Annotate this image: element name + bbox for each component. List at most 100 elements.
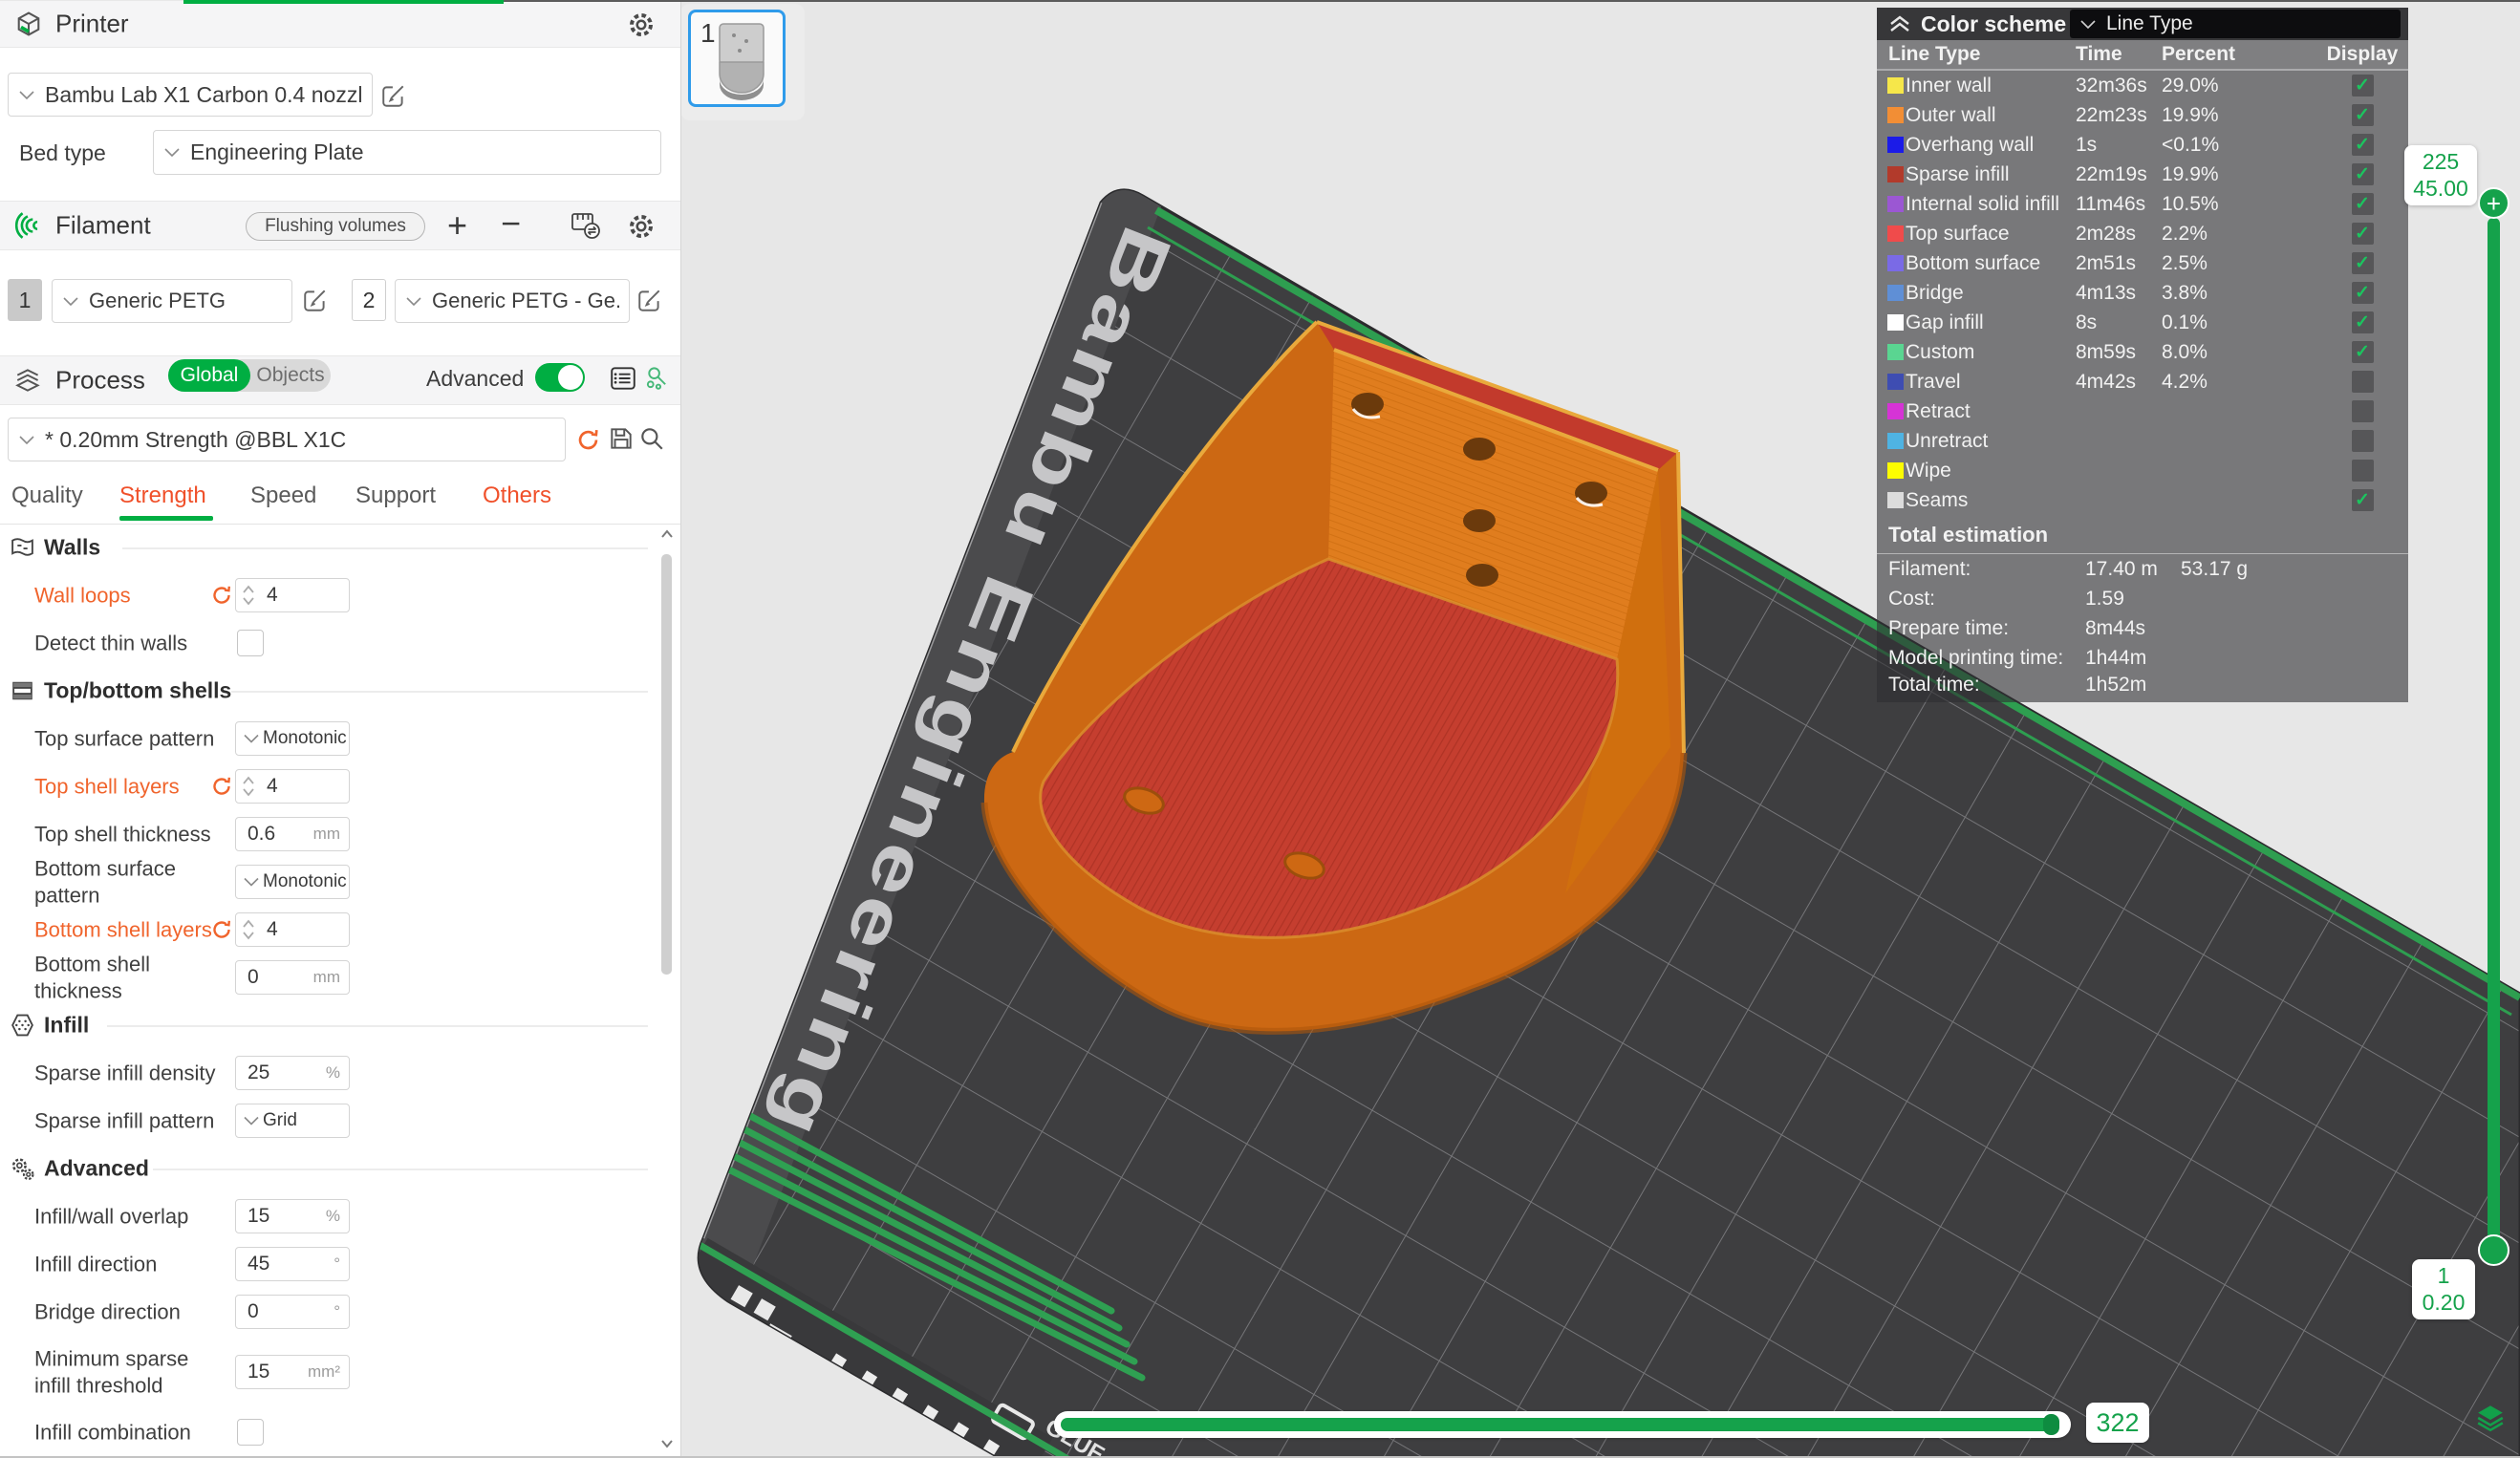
bottom-shell-layers-stepper[interactable]: 4 [235, 912, 350, 947]
top-shell-layers-stepper[interactable]: 4 [235, 769, 350, 804]
tab-others[interactable]: Others [483, 482, 551, 509]
search-icon[interactable] [638, 425, 665, 452]
add-filament-button[interactable]: + [447, 208, 467, 243]
display-checkbox[interactable] [2352, 460, 2374, 482]
unit-label: ° [334, 1302, 340, 1321]
filament-2-select[interactable]: Generic PETG - Ge... [395, 279, 630, 323]
display-checkbox[interactable] [2352, 400, 2374, 422]
filament-1-edit-icon[interactable] [302, 287, 329, 313]
infill-wall-overlap-label: Infill/wall overlap [34, 1203, 222, 1230]
layers-icon[interactable] [2475, 1403, 2506, 1433]
tab-strength[interactable]: Strength [119, 482, 206, 509]
stepper-arrows-icon[interactable] [243, 918, 254, 941]
scope-global-button[interactable]: Global [168, 359, 250, 392]
color-swatch [1887, 77, 1904, 94]
remove-filament-button[interactable]: − [501, 206, 521, 241]
sparse-infill-pattern-select[interactable]: Grid [235, 1104, 350, 1138]
display-checkbox[interactable]: ✓ [2352, 489, 2374, 511]
bottom-surface-pattern-select[interactable]: Monotonic [235, 865, 350, 899]
display-checkbox[interactable] [2352, 430, 2374, 452]
infill-combination-checkbox[interactable] [237, 1419, 264, 1446]
display-checkbox[interactable]: ✓ [2352, 75, 2374, 96]
bottom-shell-thickness-input[interactable]: 0 mm [235, 960, 350, 995]
move-slider-handle[interactable] [2043, 1414, 2059, 1435]
display-checkbox[interactable]: ✓ [2352, 163, 2374, 185]
infill-direction-input[interactable]: 45 ° [235, 1247, 350, 1281]
filament-2-index[interactable]: 2 [352, 279, 386, 321]
filament-1-select[interactable]: Generic PETG [52, 279, 292, 323]
filament-2-edit-icon[interactable] [636, 287, 663, 313]
color-scheme-select[interactable]: Line Type [2070, 10, 2401, 38]
bridge-direction-value: 0 [248, 1300, 259, 1323]
detect-thin-walls-checkbox[interactable] [237, 630, 264, 656]
save-preset-icon[interactable] [608, 425, 635, 452]
reset-icon[interactable] [210, 775, 233, 798]
color-swatch [1887, 255, 1904, 271]
printer-settings-gear-icon[interactable] [627, 11, 656, 39]
display-checkbox[interactable]: ✓ [2352, 311, 2374, 333]
legend-row: Travel4m42s4.2% [1877, 367, 2408, 397]
scroll-down-icon[interactable] [660, 1439, 674, 1448]
toggle-knob [558, 365, 583, 390]
stepper-arrows-icon[interactable] [243, 584, 254, 607]
filament-settings-gear-icon[interactable] [627, 212, 656, 241]
col-line-type: Line Type [1888, 43, 2076, 66]
advanced-toggle[interactable] [535, 363, 585, 392]
line-type-name: Custom [1906, 341, 2076, 364]
col-percent: Percent [2162, 43, 2316, 66]
top-shell-thickness-input[interactable]: 0.6 mm [235, 817, 350, 851]
reset-icon[interactable] [210, 584, 233, 607]
detect-thin-walls-label: Detect thin walls [34, 630, 222, 656]
stepper-arrows-icon[interactable] [243, 775, 254, 798]
scrollbar-thumb[interactable] [661, 554, 672, 975]
display-checkbox[interactable]: ✓ [2352, 134, 2374, 156]
display-checkbox[interactable]: ✓ [2352, 193, 2374, 215]
wall-loops-stepper[interactable]: 4 [235, 578, 350, 612]
search-settings-icon[interactable] [644, 365, 670, 391]
top-surface-pattern-select[interactable]: Monotonic li... [235, 721, 350, 756]
tab-support[interactable]: Support [355, 482, 436, 509]
display-checkbox[interactable]: ✓ [2352, 282, 2374, 304]
display-checkbox[interactable]: ✓ [2352, 341, 2374, 363]
settings-scrollbar[interactable] [659, 527, 675, 1450]
filament-sync-icon[interactable] [570, 210, 602, 243]
line-type-name: Internal solid infill [1906, 193, 2076, 216]
wall-loops-label: Wall loops [34, 582, 222, 609]
printer-select[interactable]: Bambu Lab X1 Carbon 0.4 nozzle [8, 73, 373, 117]
process-title: Process [55, 366, 145, 396]
color-swatch [1887, 344, 1904, 360]
bridge-direction-input[interactable]: 0 ° [235, 1295, 350, 1329]
view-list-icon[interactable] [609, 364, 637, 393]
layer-slider-track[interactable] [2488, 218, 2500, 1250]
bed-type-select[interactable]: Engineering Plate [153, 130, 661, 175]
prepare-time-value: 8m44s [2085, 617, 2181, 640]
infill-wall-overlap-input[interactable]: 15 % [235, 1199, 350, 1233]
display-checkbox[interactable] [2352, 371, 2374, 393]
layer-slider-add-handle[interactable]: + [2478, 187, 2509, 219]
layer-slider-bottom-handle[interactable] [2478, 1234, 2509, 1266]
walls-icon [10, 535, 35, 561]
collapse-panel-icon[interactable] [1888, 14, 1911, 33]
scroll-up-icon[interactable] [660, 529, 674, 539]
printer-edit-icon[interactable] [380, 82, 407, 109]
move-slider-value: 322 [2086, 1403, 2149, 1443]
move-slider[interactable] [1054, 1411, 2071, 1438]
display-checkbox[interactable]: ✓ [2352, 252, 2374, 274]
flushing-volumes-button[interactable]: Flushing volumes [246, 212, 425, 241]
reset-preset-icon[interactable] [575, 427, 601, 453]
filament-title: Filament [55, 211, 151, 241]
process-preset-select[interactable]: * 0.20mm Strength @BBL X1C [8, 418, 566, 461]
display-checkbox[interactable]: ✓ [2352, 104, 2374, 126]
reset-icon[interactable] [210, 918, 233, 941]
tab-quality[interactable]: Quality [11, 482, 83, 509]
section-advanced: Advanced [0, 1145, 661, 1192]
scope-objects-button[interactable]: Objects [250, 359, 331, 392]
minimum-sparse-infill-threshold-input[interactable]: 15 mm² [235, 1355, 350, 1389]
display-checkbox[interactable]: ✓ [2352, 223, 2374, 245]
sidebar: Printer Bambu Lab X1 Carbon 0.4 nozzle B… [0, 0, 681, 1458]
filament-1-index[interactable]: 1 [8, 279, 42, 321]
plate-thumbnail[interactable]: 1 [688, 10, 786, 107]
tab-speed[interactable]: Speed [250, 482, 316, 509]
bottom-shell-thickness-value: 0 [248, 966, 259, 989]
sparse-infill-density-input[interactable]: 25 % [235, 1056, 350, 1090]
